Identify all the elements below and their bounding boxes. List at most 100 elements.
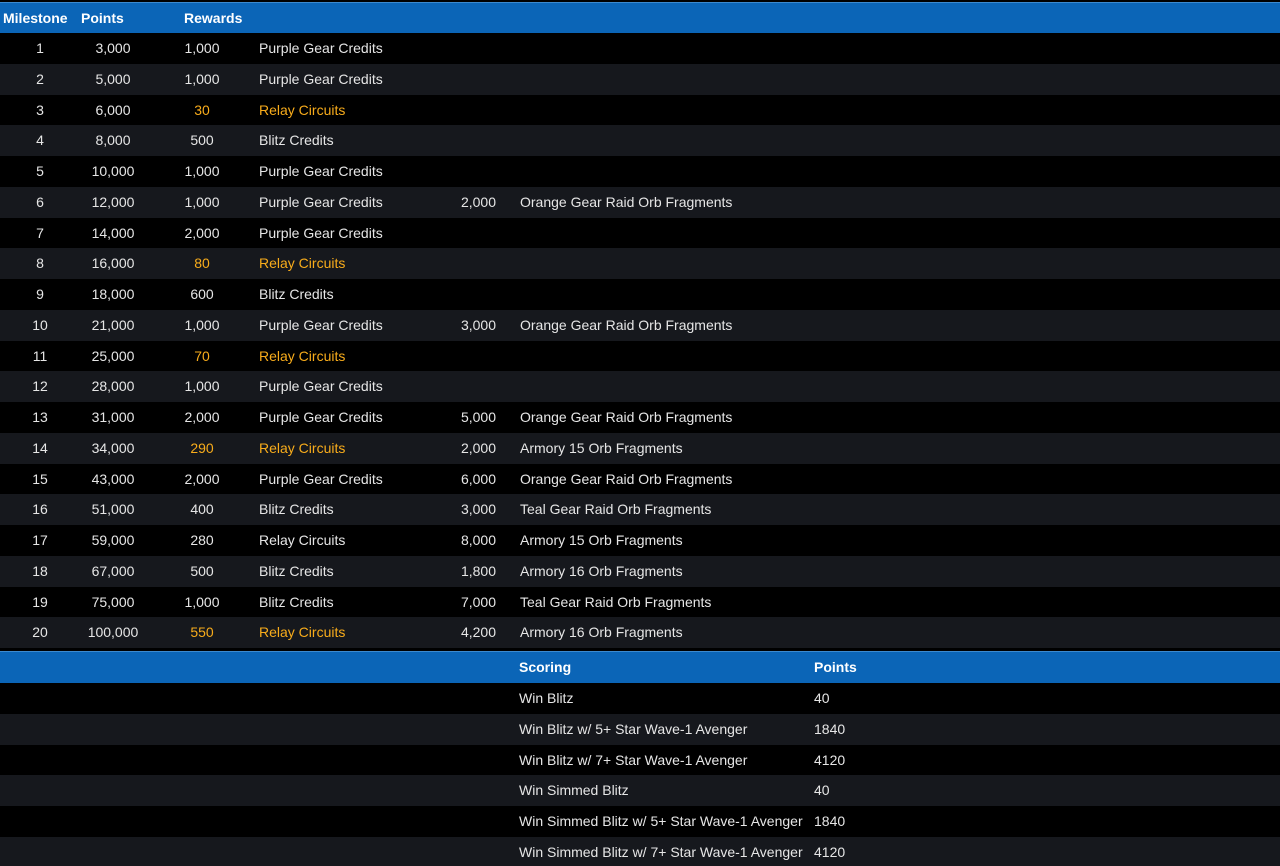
milestone-points: 12,000 — [91, 193, 135, 210]
reward-amount: 30 — [194, 101, 210, 118]
reward-amount: 600 — [190, 286, 214, 302]
reward-amount: 2,000 — [184, 470, 220, 487]
milestone-number: 6 — [36, 193, 44, 210]
bonus-reward-amount: 5,000 — [460, 409, 496, 425]
bonus-reward-name: Armory 16 Orb Fragments — [520, 624, 683, 641]
milestone-number: 1 — [36, 40, 44, 56]
reward-name: Relay Circuits — [259, 624, 346, 641]
reward-amount: 500 — [190, 562, 214, 579]
scoring-row: Win Blitz 40 — [0, 683, 1280, 714]
milestone-number: 10 — [32, 316, 48, 333]
reward-amount: 1,000 — [184, 593, 220, 610]
milestone-row: 12 28,000 1,000 Purple Gear Credits — [0, 371, 1280, 403]
milestone-row: 7 14,000 2,000 Purple Gear Credits — [0, 217, 1280, 249]
reward-amount: 80 — [194, 255, 210, 272]
bonus-reward-amount: 8,000 — [460, 532, 496, 548]
milestone-points: 59,000 — [91, 532, 135, 548]
bonus-reward-name: Armory 16 Orb Fragments — [520, 562, 683, 579]
scoring-row: Win Simmed Blitz 40 — [0, 775, 1280, 807]
milestone-points: 21,000 — [91, 316, 135, 333]
milestone-number: 17 — [32, 532, 48, 548]
reward-name: Relay Circuits — [259, 347, 346, 364]
milestone-row: 4 8,000 500 Blitz Credits — [0, 125, 1280, 157]
bonus-reward-amount — [430, 95, 496, 126]
bonus-reward-amount — [430, 156, 496, 187]
milestone-row: 3 6,000 30 Relay Circuits — [0, 94, 1280, 126]
scoring-points: 40 — [814, 690, 830, 706]
reward-name: Relay Circuits — [259, 101, 346, 118]
reward-name: Relay Circuits — [259, 255, 346, 272]
reward-amount: 1,000 — [184, 40, 220, 56]
bonus-reward-amount — [430, 341, 496, 372]
milestone-row: 10 21,000 1,000 Purple Gear Credits 3,000 Ora… — [0, 309, 1280, 341]
milestone-number: 16 — [32, 501, 48, 518]
reward-name: Purple Gear Credits — [259, 40, 383, 56]
milestone-number: 20 — [32, 624, 48, 641]
bonus-reward-name: Teal Gear Raid Orb Fragments — [520, 501, 712, 518]
milestone-row: 2 5,000 1,000 Purple Gear Credits — [0, 63, 1280, 95]
bonus-reward-amount — [430, 279, 496, 310]
milestone-row: 11 25,000 70 Relay Circuits — [0, 340, 1280, 372]
reward-name: Relay Circuits — [259, 439, 346, 456]
bonus-reward-amount: 3,000 — [460, 316, 496, 333]
rewards-column-header: Rewards — [184, 10, 243, 26]
scoring-label: Win Blitz w/ 5+ Star Wave-1 Avenger — [519, 720, 748, 737]
bonus-reward-amount — [430, 371, 496, 402]
milestone-number: 14 — [32, 439, 48, 456]
rewards-page: Milestone Points Rewards 1 3,000 1,000 Purp… — [0, 0, 1280, 866]
scoring-points: 1840 — [814, 813, 846, 829]
bonus-reward-name: Orange Gear Raid Orb Fragments — [520, 316, 733, 333]
milestone-number: 9 — [36, 286, 44, 302]
reward-name: Purple Gear Credits — [259, 316, 383, 333]
reward-name: Blitz Credits — [259, 501, 334, 518]
scoring-points-column-header: Points — [814, 659, 857, 675]
milestone-points: 34,000 — [91, 439, 135, 456]
milestone-points: 100,000 — [87, 624, 139, 641]
milestone-number: 11 — [32, 347, 48, 364]
milestone-points: 14,000 — [91, 224, 135, 241]
reward-amount: 280 — [190, 532, 214, 548]
scoring-label: Win Simmed Blitz — [519, 782, 629, 799]
milestone-number: 3 — [36, 101, 44, 118]
milestone-points: 67,000 — [91, 562, 135, 579]
reward-name: Purple Gear Credits — [259, 224, 383, 241]
milestone-points: 16,000 — [91, 255, 135, 272]
scoring-row: Win Blitz w/ 5+ Star Wave-1 Avenger 1840 — [0, 713, 1280, 745]
milestone-points: 5,000 — [95, 70, 131, 87]
bonus-reward-amount: 6,000 — [460, 470, 496, 487]
reward-amount: 1,000 — [184, 163, 220, 179]
scoring-points: 1840 — [814, 720, 846, 737]
milestone-row: 8 16,000 80 Relay Circuits — [0, 248, 1280, 280]
milestones-table-header: Milestone Points Rewards — [0, 2, 1280, 34]
reward-name: Purple Gear Credits — [259, 378, 383, 395]
reward-amount: 2,000 — [184, 409, 220, 425]
reward-amount: 550 — [190, 624, 214, 641]
bonus-reward-amount — [430, 125, 496, 156]
milestone-number: 18 — [32, 562, 48, 579]
milestone-points: 3,000 — [95, 40, 131, 56]
milestone-row: 9 18,000 600 Blitz Credits — [0, 279, 1280, 310]
reward-amount: 1,000 — [184, 70, 220, 87]
scoring-label: Win Blitz w/ 7+ Star Wave-1 Avenger — [519, 751, 748, 768]
milestone-points: 6,000 — [95, 101, 131, 118]
milestone-number: 19 — [32, 593, 48, 610]
milestone-row: 1 3,000 1,000 Purple Gear Credits — [0, 33, 1280, 64]
bonus-reward-name: Orange Gear Raid Orb Fragments — [520, 470, 733, 487]
milestone-number: 8 — [36, 255, 44, 272]
bonus-reward-amount: 4,200 — [460, 624, 496, 641]
milestone-points: 8,000 — [95, 132, 131, 149]
milestone-row: 18 67,000 500 Blitz Credits 1,800 Armory 16 O… — [0, 555, 1280, 587]
reward-name: Relay Circuits — [259, 532, 346, 548]
scoring-label: Win Simmed Blitz w/ 5+ Star Wave-1 Aveng… — [519, 813, 803, 829]
milestone-points: 18,000 — [91, 286, 135, 302]
reward-name: Purple Gear Credits — [259, 193, 383, 210]
bonus-reward-name: Orange Gear Raid Orb Fragments — [520, 409, 733, 425]
milestone-row: 19 75,000 1,000 Blitz Credits 7,000 Teal Gear… — [0, 586, 1280, 618]
milestone-points: 75,000 — [91, 593, 135, 610]
scoring-points: 4120 — [814, 843, 846, 860]
reward-amount: 290 — [190, 439, 214, 456]
points-column-header: Points — [81, 10, 124, 26]
reward-name: Blitz Credits — [259, 286, 334, 302]
scoring-points: 40 — [814, 782, 830, 799]
milestone-column-header: Milestone — [3, 10, 68, 26]
